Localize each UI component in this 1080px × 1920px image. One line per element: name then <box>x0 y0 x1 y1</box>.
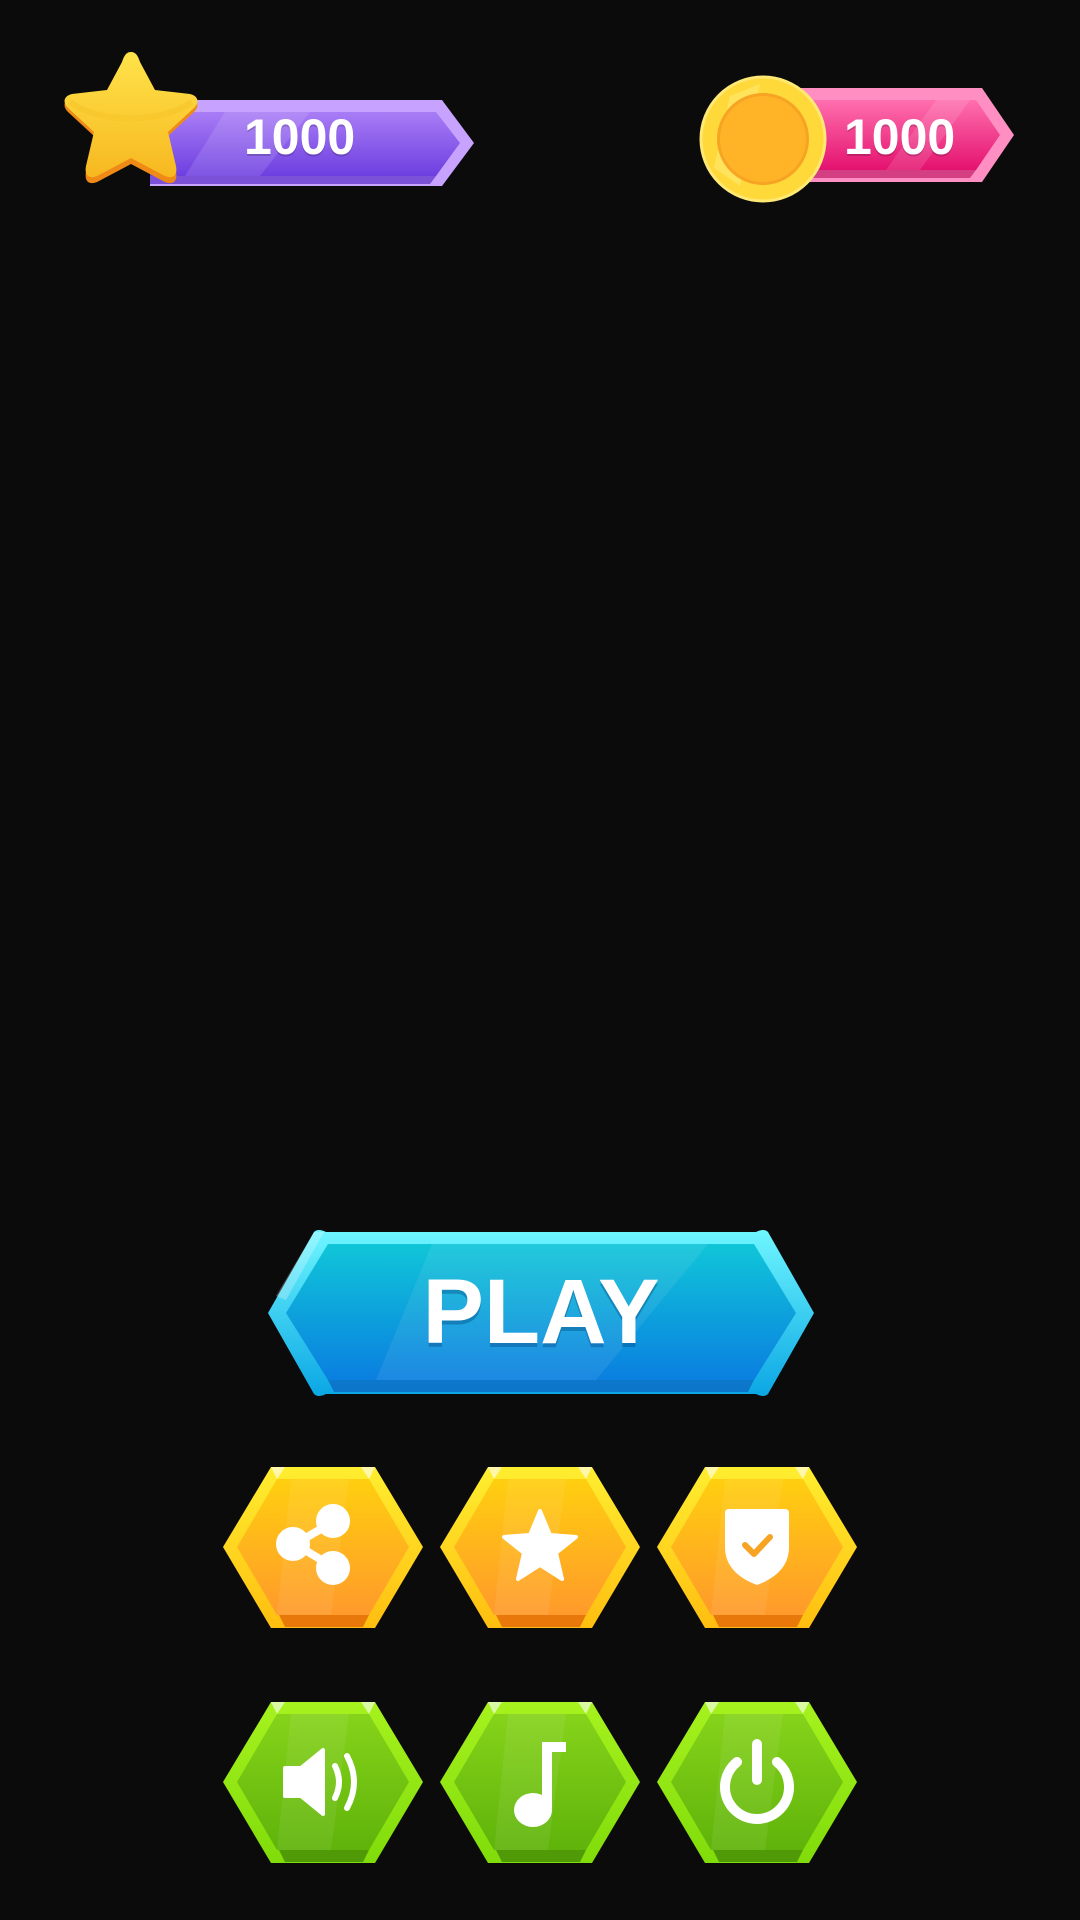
sound-button[interactable] <box>223 1700 423 1865</box>
share-icon <box>276 1504 350 1585</box>
coin-count: 1000 <box>844 109 956 165</box>
rate-button[interactable] <box>440 1465 640 1630</box>
music-button[interactable] <box>440 1700 640 1865</box>
play-button[interactable]: PLAY <box>268 1230 814 1396</box>
coin-icon <box>699 75 827 203</box>
share-button[interactable] <box>223 1465 423 1630</box>
star-counter: 1000 <box>60 50 474 200</box>
shield-check-icon <box>725 1509 789 1585</box>
privacy-button[interactable] <box>657 1465 857 1630</box>
star-count: 1000 <box>244 109 356 165</box>
star-icon <box>64 52 198 184</box>
power-icon <box>720 1739 794 1824</box>
music-note-icon <box>514 1742 566 1827</box>
play-label: PLAY <box>422 1261 660 1363</box>
star-icon <box>502 1509 578 1581</box>
sound-icon <box>283 1748 357 1816</box>
coin-counter: 1000 <box>699 72 1020 203</box>
power-button[interactable] <box>657 1700 857 1865</box>
